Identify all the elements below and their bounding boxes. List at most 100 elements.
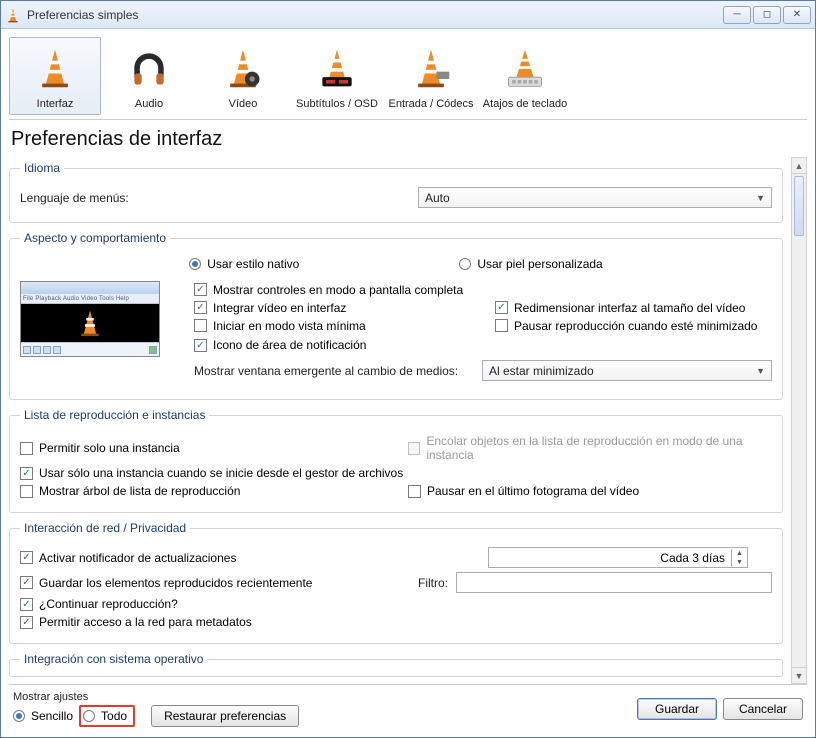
radio-settings-all[interactable]: Todo: [83, 709, 127, 723]
spin-down-icon[interactable]: ▼: [732, 558, 747, 567]
minimize-button[interactable]: ─: [723, 6, 751, 24]
film-cone-icon: [221, 44, 265, 92]
scroll-up-icon[interactable]: ▲: [792, 158, 806, 174]
radio-label: Sencillo: [31, 709, 73, 723]
reset-preferences-button[interactable]: Restaurar preferencias: [151, 705, 299, 727]
tab-label: Atajos de teclado: [483, 98, 567, 110]
cancel-button[interactable]: Cancelar: [723, 698, 803, 720]
section-legend: Aspecto y comportamiento: [20, 231, 170, 245]
tab-label: Entrada / Códecs: [389, 98, 474, 110]
scrollbar-thumb[interactable]: [794, 176, 804, 236]
update-frequency-spinner[interactable]: Cada 3 días ▲▼: [488, 547, 748, 568]
section-playlist: Lista de reproducción e instancias Permi…: [9, 408, 783, 513]
update-frequency-value: Cada 3 días: [489, 551, 731, 565]
window-buttons: ─ ◻ ✕: [723, 6, 811, 24]
check-update-notifier[interactable]: Activar notificador de actualizaciones: [20, 551, 480, 565]
check-label: Mostrar controles en modo a pantalla com…: [213, 283, 463, 297]
check-one-instance[interactable]: Permitir solo una instancia: [20, 441, 384, 455]
section-network: Interacción de red / Privacidad Activar …: [9, 521, 783, 644]
check-label: Integrar vídeo en interfaz: [213, 301, 346, 315]
window: Preferencias simples ─ ◻ ✕ Interfaz Audi…: [0, 0, 816, 738]
save-button[interactable]: Guardar: [637, 698, 717, 720]
check-systray-icon[interactable]: Icono de área de notificación: [194, 338, 366, 352]
radio-icon: [83, 710, 95, 722]
tab-label: Subtítulos / OSD: [296, 98, 378, 110]
check-embed-video[interactable]: Integrar vídeo en interfaz: [194, 301, 471, 315]
check-label: Iniciar en modo vista mínima: [213, 319, 366, 333]
check-label: ¿Continuar reproducción?: [39, 597, 178, 611]
check-label: Usar sólo una instancia cuando se inicie…: [39, 466, 403, 480]
radio-label: Usar estilo nativo: [207, 257, 299, 271]
section-legend: Lista de reproducción e instancias: [20, 408, 209, 422]
menus-language-select[interactable]: Auto ▼: [418, 187, 772, 208]
check-save-recent[interactable]: Guardar los elementos reproducidos recie…: [20, 576, 410, 590]
check-fullscreen-controls[interactable]: Mostrar controles en modo a pantalla com…: [194, 283, 463, 297]
tab-label: Interfaz: [37, 98, 74, 110]
page-title: Preferencias de interfaz: [11, 128, 807, 151]
client-area: Interfaz Audio Vídeo Subtítulos / OSD: [1, 29, 815, 737]
tab-subtitles[interactable]: Subtítulos / OSD: [291, 37, 383, 115]
radio-custom-skin[interactable]: Usar piel personalizada: [459, 257, 602, 271]
check-continue-playback[interactable]: ¿Continuar reproducción?: [20, 597, 178, 611]
radio-label: Todo: [101, 709, 127, 723]
radio-icon: [13, 710, 25, 722]
section-legend: Idioma: [20, 161, 64, 175]
app-icon: [5, 7, 21, 23]
popup-media-change-select[interactable]: Al estar minimizado ▼: [482, 360, 772, 381]
close-button[interactable]: ✕: [783, 6, 811, 24]
spin-up-icon[interactable]: ▲: [732, 549, 747, 558]
titlebar: Preferencias simples ─ ◻ ✕: [1, 1, 815, 29]
subtitles-icon: [315, 44, 359, 92]
check-pause-minimized[interactable]: Pausar reproducción cuando esté minimiza…: [495, 319, 772, 333]
maximize-button[interactable]: ◻: [753, 6, 781, 24]
check-label: Redimensionar interfaz al tamaño del víd…: [514, 301, 745, 315]
check-minimal-view[interactable]: Iniciar en modo vista mínima: [194, 319, 471, 333]
radio-label: Usar piel personalizada: [477, 257, 602, 271]
chevron-down-icon: ▼: [756, 193, 765, 203]
check-label: Permitir acceso a la red para metadatos: [39, 615, 252, 629]
check-label: Mostrar árbol de lista de reproducción: [39, 484, 240, 498]
section-idioma: Idioma Lenguaje de menús: Auto ▼: [9, 161, 783, 223]
check-metadata-network[interactable]: Permitir acceso a la red para metadatos: [20, 615, 252, 629]
tab-input-codecs[interactable]: Entrada / Códecs: [385, 37, 477, 115]
tab-interface[interactable]: Interfaz: [9, 37, 101, 115]
check-one-instance-filemanager[interactable]: Usar sólo una instancia cuando se inicie…: [20, 466, 403, 480]
check-label: Guardar los elementos reproducidos recie…: [39, 576, 312, 590]
tab-audio[interactable]: Audio: [103, 37, 195, 115]
check-label: Activar notificador de actualizaciones: [39, 551, 236, 565]
cone-icon: [33, 44, 77, 92]
highlight-all-option: Todo: [79, 705, 135, 727]
keyboard-icon: [503, 44, 547, 92]
check-label: Encolar objetos en la lista de reproducc…: [426, 434, 772, 462]
show-settings-label: Mostrar ajustes: [13, 691, 299, 703]
codec-icon: [409, 44, 453, 92]
filter-label: Filtro:: [418, 576, 448, 590]
section-aspecto: Aspecto y comportamiento Usar estilo nat…: [9, 231, 783, 400]
check-label: Permitir solo una instancia: [39, 441, 180, 455]
category-tabs: Interfaz Audio Vídeo Subtítulos / OSD: [9, 35, 807, 120]
check-label: Icono de área de notificación: [213, 338, 366, 352]
check-label: Pausar reproducción cuando esté minimiza…: [514, 319, 757, 333]
check-resize-interface[interactable]: Redimensionar interfaz al tamaño del víd…: [495, 301, 772, 315]
tab-label: Vídeo: [229, 98, 258, 110]
scroll-down-icon[interactable]: ▼: [792, 667, 806, 683]
radio-native-style[interactable]: Usar estilo nativo: [189, 257, 299, 271]
check-playlist-tree[interactable]: Mostrar árbol de lista de reproducción: [20, 484, 384, 498]
section-legend: Interacción de red / Privacidad: [20, 521, 190, 535]
chevron-down-icon: ▼: [756, 366, 765, 376]
radio-settings-simple[interactable]: Sencillo: [13, 709, 73, 723]
check-pause-last-frame[interactable]: Pausar en el último fotograma del vídeo: [408, 484, 772, 498]
section-os-integration: Integración con sistema operativo: [9, 652, 783, 677]
filter-input[interactable]: [456, 572, 772, 593]
window-title: Preferencias simples: [27, 8, 723, 22]
interface-preview: File Playback Audio Video Tools Help: [20, 281, 160, 357]
check-label: Pausar en el último fotograma del vídeo: [427, 484, 639, 498]
headphones-icon: [127, 44, 171, 92]
tab-hotkeys[interactable]: Atajos de teclado: [479, 37, 571, 115]
tab-label: Audio: [135, 98, 163, 110]
tab-video[interactable]: Vídeo: [197, 37, 289, 115]
popup-media-change-label: Mostrar ventana emergente al cambio de m…: [194, 364, 474, 378]
section-legend: Integración con sistema operativo: [20, 652, 207, 666]
vertical-scrollbar[interactable]: ▲ ▼: [791, 157, 807, 684]
check-enqueue-items: Encolar objetos en la lista de reproducc…: [408, 434, 772, 462]
